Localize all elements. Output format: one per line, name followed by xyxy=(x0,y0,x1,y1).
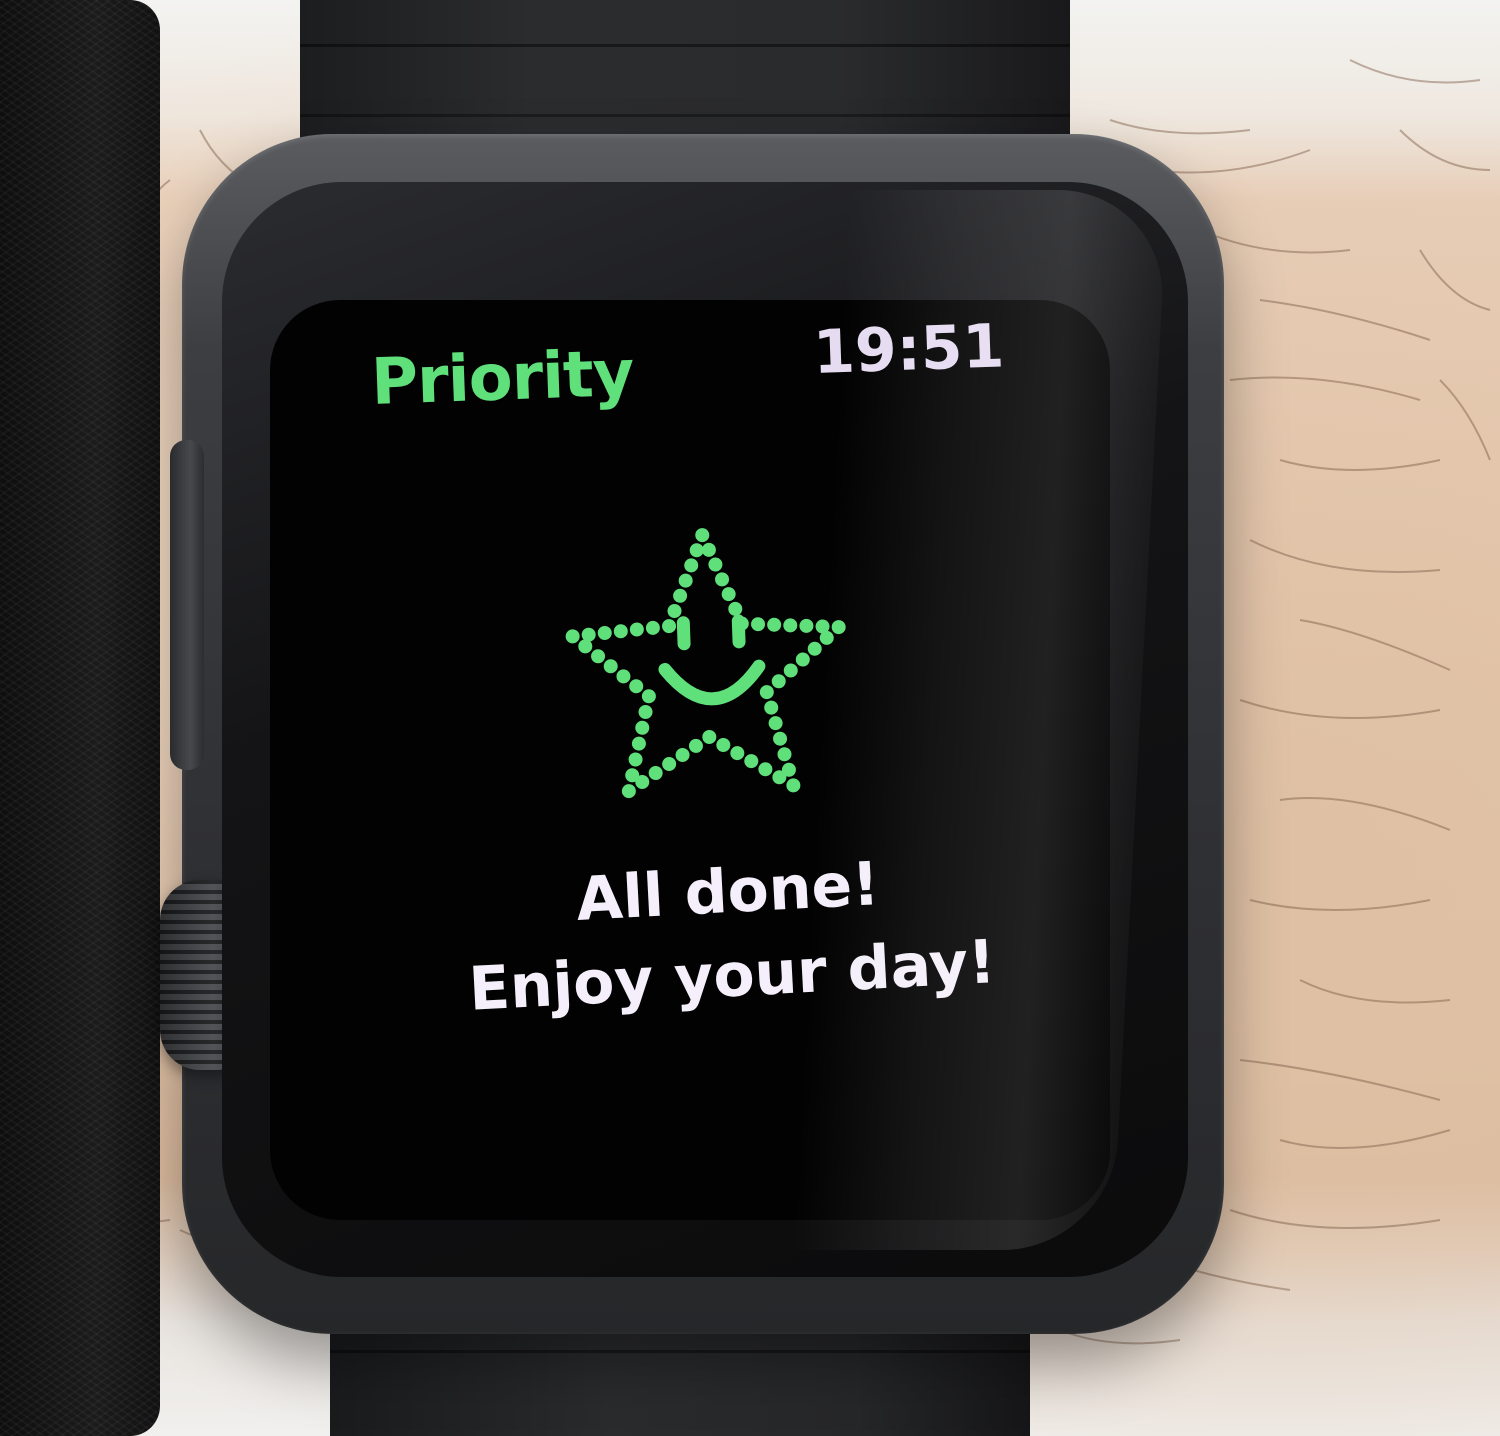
completion-message: All done! Enjoy your day! xyxy=(436,835,1024,1033)
star-outline-dot xyxy=(629,679,644,694)
star-outline-dot xyxy=(648,766,663,781)
star-outline-dot xyxy=(621,784,636,799)
star-outline-dot xyxy=(688,738,703,753)
star-outline-dot xyxy=(768,716,783,731)
star-outline-dot xyxy=(673,588,688,603)
star-outline-dot xyxy=(662,619,677,634)
star-outline-dot xyxy=(689,543,704,558)
star-outline-dot xyxy=(631,736,646,751)
star-outline-dot xyxy=(783,663,798,678)
star-outline-dot xyxy=(831,620,846,635)
star-outline-dot xyxy=(645,620,660,635)
star-outline-dot xyxy=(759,685,774,700)
star-outline-dot xyxy=(708,557,723,572)
star-outline-dot xyxy=(721,587,736,602)
star-outline-dot xyxy=(764,700,779,715)
star-outline-dot xyxy=(616,669,631,684)
star-outline-dot xyxy=(603,659,618,674)
star-outline-dot xyxy=(701,542,716,557)
star-outline-dot xyxy=(751,617,766,632)
star-smile xyxy=(658,659,766,706)
star-outline-dot xyxy=(675,748,690,763)
star-outline-dot xyxy=(758,762,773,777)
star-outline-dot xyxy=(730,746,745,761)
star-outline-dot xyxy=(715,572,730,587)
clock-time: 19:51 xyxy=(812,311,1006,388)
star-outline-dot xyxy=(777,747,792,762)
black-sleeve xyxy=(0,0,160,1436)
star-outline-dot xyxy=(728,601,743,616)
star-right-eye xyxy=(731,614,746,649)
star-outline-dot xyxy=(695,528,710,543)
star-outline-dot xyxy=(641,689,656,704)
star-outline-dot xyxy=(702,729,717,744)
star-outline-dot xyxy=(613,624,628,639)
star-outline-dot xyxy=(799,618,814,633)
star-outline-dot xyxy=(667,603,682,618)
star-outline-dot xyxy=(565,629,580,644)
star-outline-dot xyxy=(684,558,699,573)
star-left-eye xyxy=(676,616,691,651)
star-outline-dot xyxy=(773,731,788,746)
star-outline-dot xyxy=(591,649,606,664)
star-outline-dot xyxy=(744,754,759,769)
star-outline-dot xyxy=(783,618,798,633)
star-outline-dot xyxy=(795,652,810,667)
star-outline-dot xyxy=(597,625,612,640)
star-outline-dot xyxy=(628,752,643,767)
smiling-star-icon xyxy=(565,528,846,799)
star-outline-dot xyxy=(635,720,650,735)
app-title[interactable]: Priority xyxy=(370,337,635,420)
star-outline-dot xyxy=(629,622,644,637)
watch-side-button[interactable] xyxy=(170,440,204,770)
star-outline-dot xyxy=(678,573,693,588)
star-outline-dot xyxy=(807,641,822,656)
star-outline-dot xyxy=(771,674,786,689)
star-outline-dot xyxy=(662,756,677,771)
star-outline-dot xyxy=(638,704,653,719)
star-outline-dot xyxy=(716,737,731,752)
star-outline-dot xyxy=(786,778,801,793)
star-outline-dot xyxy=(767,617,782,632)
